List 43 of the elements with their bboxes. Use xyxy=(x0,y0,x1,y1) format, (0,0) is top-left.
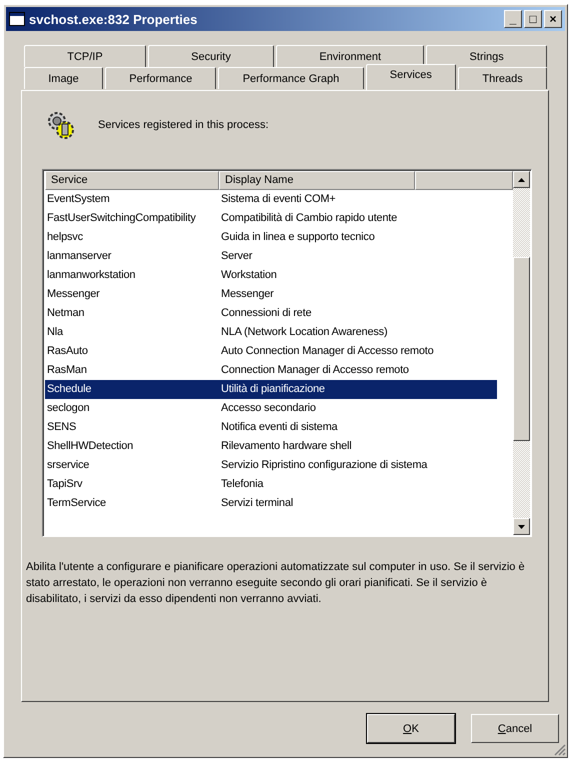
service-row[interactable]: RasMan Connection Manager di Accesso remoto xyxy=(45,361,497,380)
service-row[interactable]: EventSystem Sistema di eventi COM+ xyxy=(45,190,497,209)
column-header[interactable]: Service xyxy=(45,171,219,190)
service-row[interactable]: RasAuto Auto Connection Manager di Accesso remoto xyxy=(45,342,497,361)
service-row[interactable]: FastUserSwitchingCompatibility Compatibilità di Cambio rapido utente xyxy=(45,209,497,228)
column-header[interactable]: Display Name xyxy=(219,171,415,190)
service-row[interactable]: srservice Servizio Ripristino configurazione di sistema xyxy=(45,456,497,475)
service-row[interactable]: Netman Connessioni di rete xyxy=(45,304,497,323)
scroll-down-button[interactable] xyxy=(513,518,530,535)
scroll-thumb[interactable] xyxy=(513,257,530,441)
tab[interactable]: Performance Graph xyxy=(218,67,364,89)
tab[interactable]: Security xyxy=(148,45,274,67)
resize-grip-icon[interactable] xyxy=(554,744,566,756)
tab[interactable]: Performance xyxy=(105,67,216,89)
scroll-up-button[interactable] xyxy=(513,171,530,188)
service-row[interactable]: Messenger Messenger xyxy=(45,285,497,304)
service-row[interactable]: TermService Servizi terminal xyxy=(45,494,497,513)
service-row[interactable]: lanmanserver Server xyxy=(45,247,497,266)
window-control-button[interactable]: _ xyxy=(504,10,522,28)
tab[interactable]: Image xyxy=(24,67,104,89)
tab[interactable]: Services xyxy=(366,64,456,90)
service-row[interactable]: seclogon Accesso secondario xyxy=(45,399,497,418)
service-row[interactable]: helpsvc Guida in linea e supporto tecnico xyxy=(45,228,497,247)
window-icon xyxy=(9,12,25,26)
dialog-button[interactable]: OK xyxy=(367,714,455,743)
window-control-button[interactable]: □ xyxy=(524,10,542,28)
service-row[interactable]: TapiSrv Telefonia xyxy=(45,475,497,494)
tab[interactable]: TCP/IP xyxy=(24,45,146,67)
up-arrow-icon xyxy=(518,178,525,182)
gears-icon xyxy=(46,110,76,140)
down-arrow-icon xyxy=(518,524,525,528)
service-description: Abilita l'utente a configurare e pianificare operazioni automatizzate sul computer in uso. Se il servizio è stato arrestato, le operazioni non verranno eseguite secondo gli orari pianificati. Se il servizio è disabilitato, i servizi da esso dipendenti non verranno avviati. xyxy=(26,560,526,607)
service-row[interactable]: lanmanworkstation Workstation xyxy=(45,266,497,285)
service-row[interactable]: Nla NLA (Network Location Awareness) xyxy=(45,323,497,342)
window-title: svchost.exe:832 Properties xyxy=(29,12,198,26)
dialog-button[interactable]: Cancel xyxy=(471,714,559,743)
service-row[interactable]: Schedule Utilità di pianificazione xyxy=(45,380,497,399)
section-label: Services registered in this process: xyxy=(98,119,269,131)
tab[interactable]: Threads xyxy=(458,67,547,89)
service-row[interactable]: SENS Notifica eventi di sistema xyxy=(45,418,497,437)
service-row[interactable]: ShellHWDetection Rilevamento hardware shell xyxy=(45,437,497,456)
window-control-button[interactable]: × xyxy=(544,10,562,28)
scrollbar[interactable] xyxy=(513,171,530,535)
